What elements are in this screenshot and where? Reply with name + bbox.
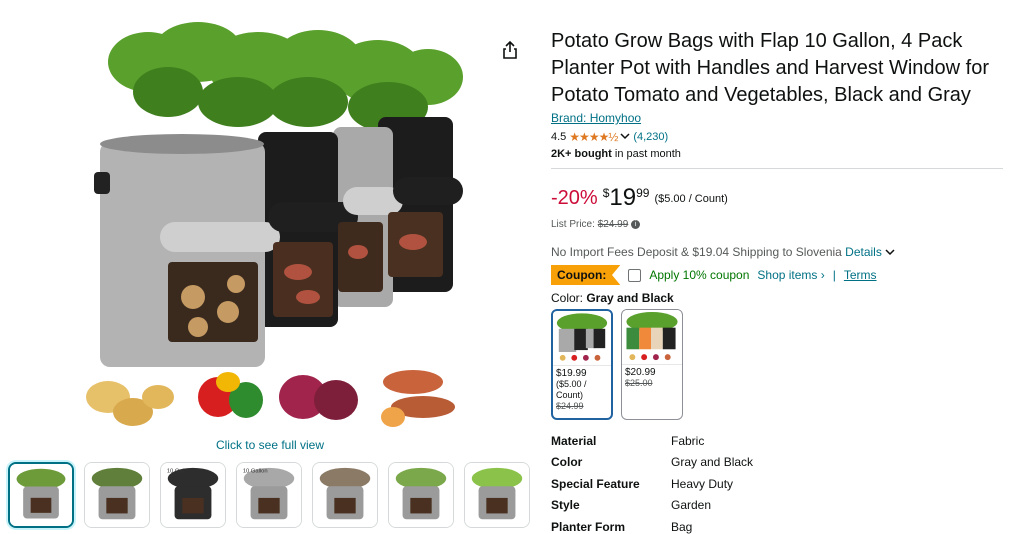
star-rating-icon[interactable]: ★★★★½ — [569, 130, 618, 144]
apply-coupon-label[interactable]: Apply 10% coupon — [649, 268, 749, 282]
share-icon[interactable] — [500, 40, 520, 60]
bought-in-past-month: 2K+ bought in past month — [551, 148, 1003, 160]
swatch-old-price: $25.00 — [625, 378, 653, 388]
spec-row: Special Feature Heavy Duty — [551, 473, 1003, 495]
thumbnail-image[interactable] — [84, 462, 150, 528]
spec-row: Color Gray and Black — [551, 452, 1003, 474]
thumbnail-label: 10 Gallon — [243, 469, 268, 475]
swatch-price: $19.99 — [556, 368, 587, 379]
discount-percent: -20% — [551, 187, 598, 209]
swatch-unit-price: ($5.00 / Count) — [556, 379, 587, 400]
spec-row: Material Fabric — [551, 430, 1003, 452]
chevron-down-icon[interactable] — [885, 245, 895, 259]
coupon-checkbox[interactable] — [628, 268, 642, 282]
color-swatch-gray-black[interactable]: $19.99 ($5.00 / Count) $24.99 — [551, 309, 613, 420]
spec-value: Gray and Black — [671, 455, 754, 470]
product-details: Potato Grow Bags with Flap 10 Gallon, 4 … — [551, 28, 1003, 534]
spec-value: Garden — [671, 498, 712, 513]
selected-color-name: Gray and Black — [586, 291, 674, 305]
spec-value: Bag — [671, 519, 693, 534]
terms-link[interactable]: Terms — [844, 268, 877, 282]
brand-link[interactable]: Brand: Homyhoo — [551, 111, 641, 125]
grow-bags-illustration — [86, 22, 463, 427]
spec-key: Style — [551, 498, 580, 513]
main-product-image[interactable] — [68, 22, 478, 432]
spec-key: Material — [551, 433, 597, 448]
coupon-badge: Coupon: — [551, 265, 621, 285]
price-row: -20% $ 19 99 ($5.00 / Count) — [551, 185, 1003, 213]
price-fraction: 99 — [636, 186, 650, 200]
swatch-price: $20.99 — [625, 367, 656, 378]
thumbnail-image[interactable] — [312, 462, 378, 528]
list-price: List Price: $24.99 i — [551, 219, 1003, 230]
spec-value: Fabric — [671, 433, 705, 448]
divider — [551, 168, 1003, 169]
shop-items-link[interactable]: Shop items › — [757, 268, 824, 282]
swatch-old-price: $24.99 — [556, 401, 584, 411]
rating-count-link[interactable]: (4,230) — [633, 131, 668, 143]
color-label-prefix: Color: — [551, 291, 587, 305]
thumbnail-image[interactable] — [464, 462, 530, 528]
chevron-down-icon[interactable] — [620, 131, 630, 143]
shipping-details-link[interactable]: Details — [845, 245, 882, 259]
coupon-row: Coupon: Apply 10% coupon Shop items › | … — [551, 265, 1003, 285]
thumbnail-strip: 10 Gal 10 Gallon — [8, 462, 538, 530]
bought-suffix: in past month — [611, 148, 681, 160]
color-swatch-multicolor[interactable]: $20.99 $25.00 — [621, 309, 683, 420]
swatch-image — [622, 310, 682, 365]
spec-key: Color — [551, 455, 583, 470]
thumbnail-image[interactable] — [8, 462, 74, 528]
price-whole: 19 — [609, 184, 637, 211]
spec-key: Special Feature — [551, 476, 640, 491]
spec-value: Heavy Duty — [671, 476, 734, 491]
thumbnail-image[interactable]: 10 Gal — [160, 462, 226, 528]
thumbnail-label: 10 Gal — [167, 469, 184, 475]
bought-count: 2K+ bought — [551, 148, 612, 160]
color-swatches: $19.99 ($5.00 / Count) $24.99 $20.99 $25… — [551, 309, 1003, 420]
swatch-image — [553, 311, 611, 366]
rating-value: 4.5 — [551, 131, 567, 143]
product-specs-table: Material Fabric Color Gray and Black Special… — [551, 430, 1003, 534]
shipping-info: No Import Fees Deposit & $19.04 Shipping… — [551, 245, 1003, 259]
price-per-unit: ($5.00 / Count) — [654, 193, 728, 205]
price-symbol: $ — [602, 186, 610, 200]
info-icon[interactable]: i — [631, 219, 641, 229]
list-price-value: $24.99 — [597, 219, 629, 230]
rating-row: 4.5 ★★★★½ (4,230) — [551, 130, 1003, 144]
shipping-text: No Import Fees Deposit & $19.04 Shipping… — [551, 245, 846, 259]
spec-key: Planter Form — [551, 519, 626, 534]
separator: | — [832, 268, 836, 282]
thumbnail-image[interactable] — [388, 462, 454, 528]
color-label: Color: Gray and Black — [551, 291, 1003, 305]
product-title: Potato Grow Bags with Flap 10 Gallon, 4 … — [551, 30, 989, 106]
click-to-see-full-view-link[interactable]: Click to see full view — [170, 438, 370, 452]
list-price-label: List Price: — [551, 219, 598, 230]
thumbnail-image[interactable]: 10 Gallon — [236, 462, 302, 528]
spec-row: Planter Form Bag — [551, 516, 1003, 534]
price: $ 19 99 — [603, 185, 650, 211]
spec-row: Style Garden — [551, 495, 1003, 517]
